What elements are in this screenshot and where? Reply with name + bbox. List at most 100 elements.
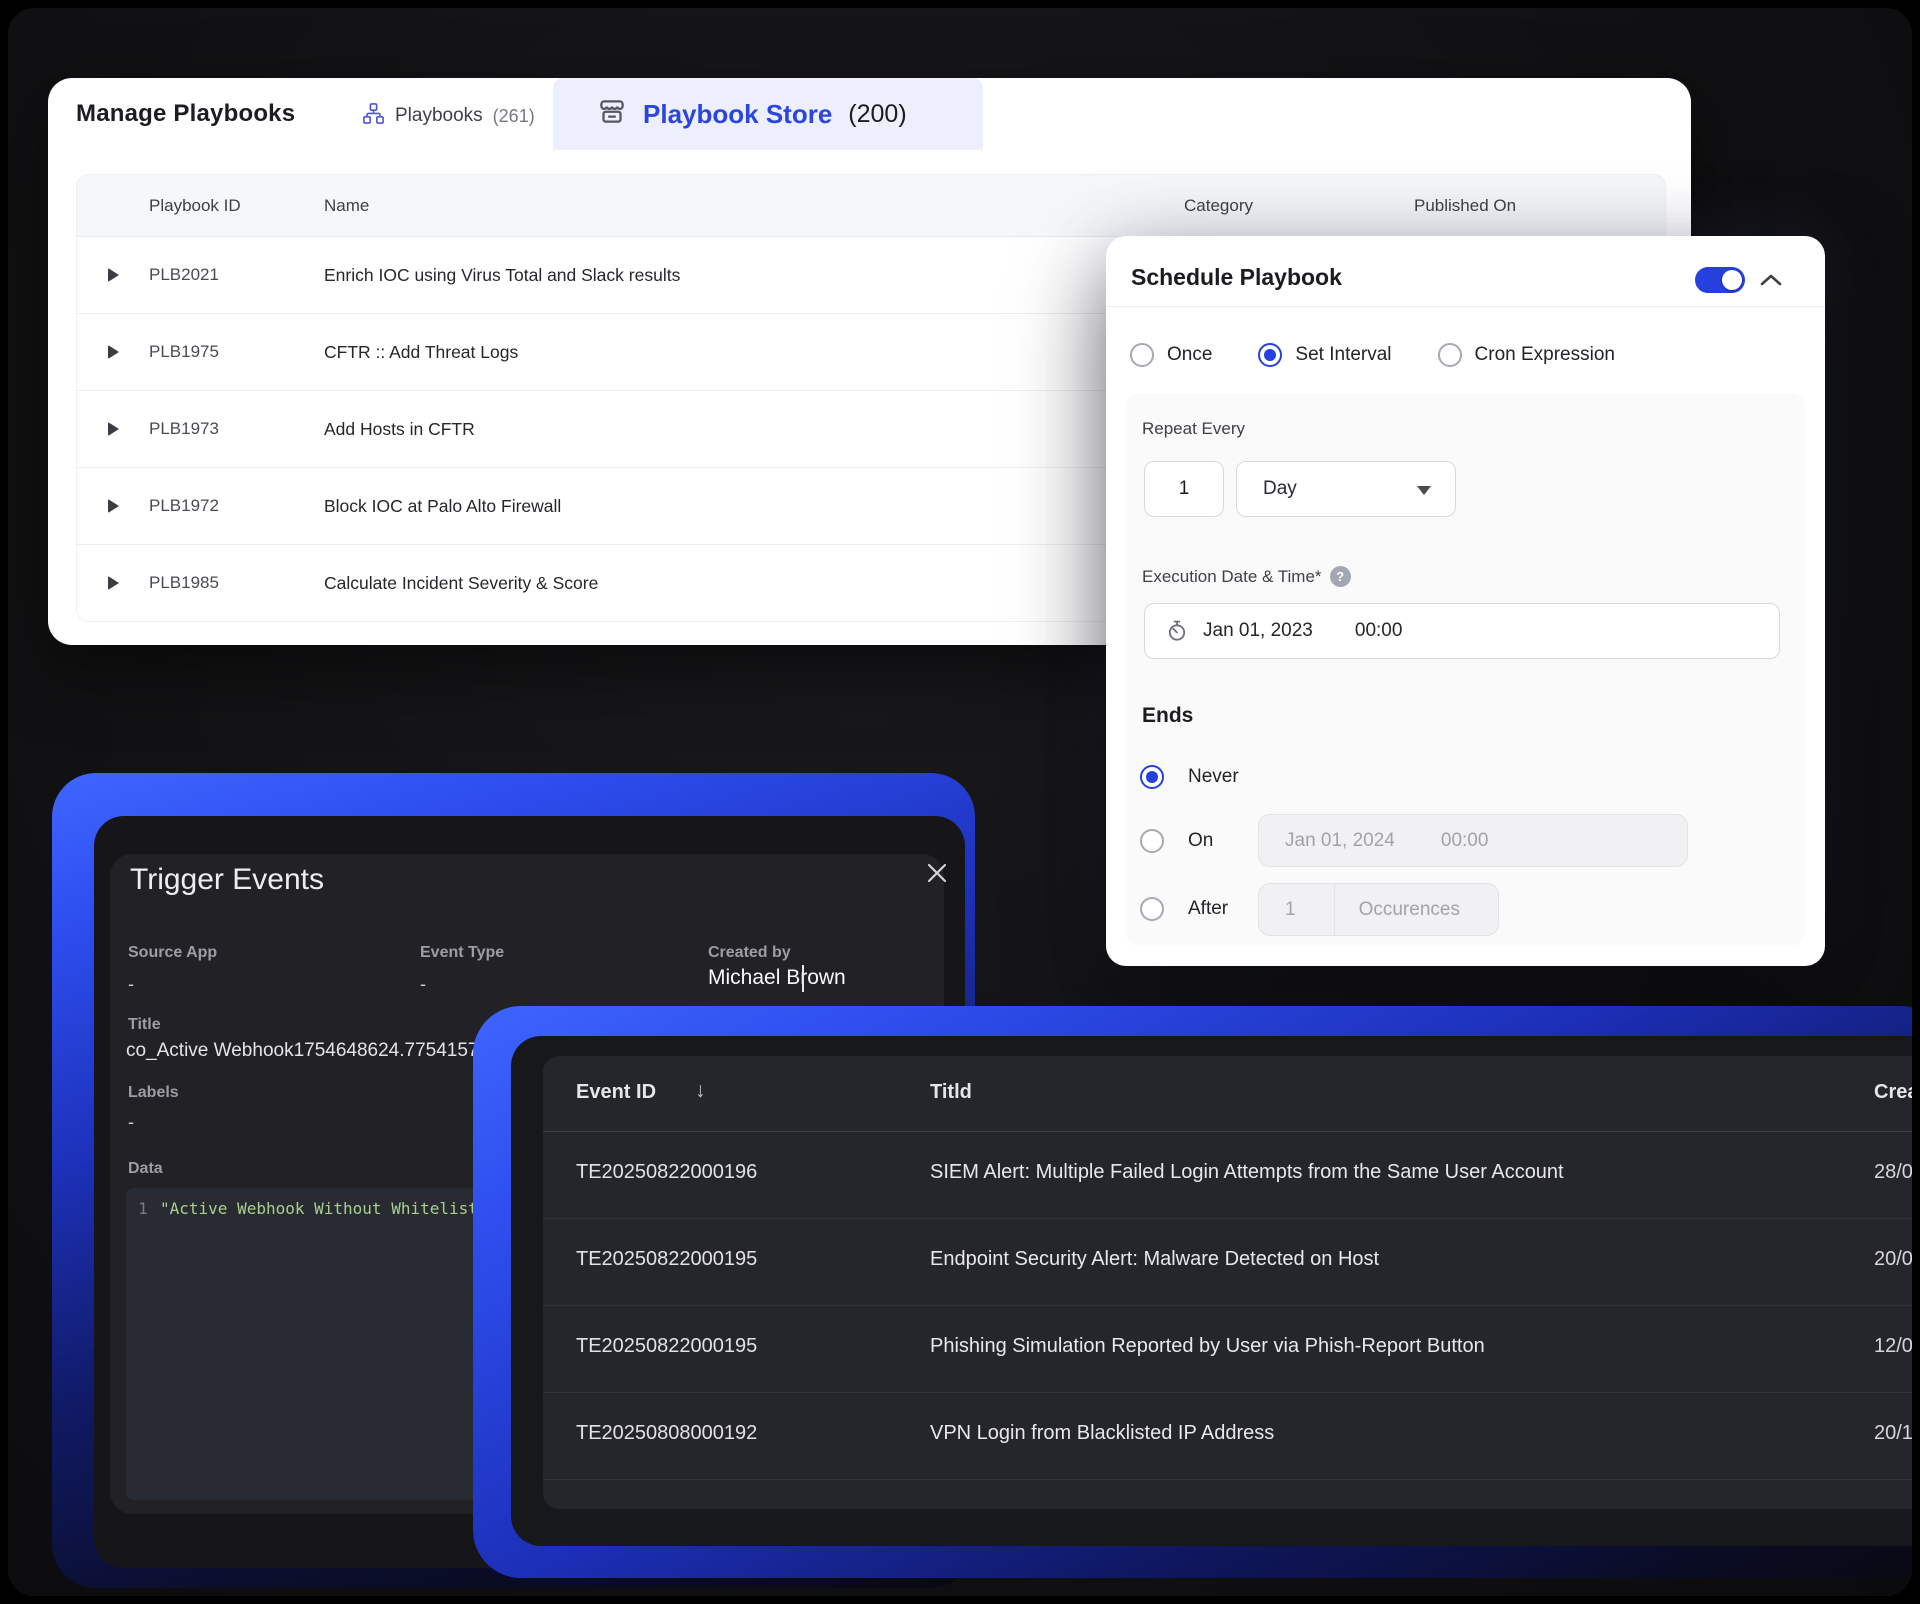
divider bbox=[1106, 306, 1825, 307]
event-title: Endpoint Security Alert: Malware Detecte… bbox=[930, 1248, 1379, 1271]
ends-on-date-input[interactable]: Jan 01, 2024 00:00 bbox=[1258, 814, 1688, 867]
playbook-name: Block IOC at Palo Alto Firewall bbox=[324, 496, 561, 517]
labels-label: Labels bbox=[128, 1084, 179, 1102]
playbook-id: PLB1985 bbox=[149, 573, 324, 593]
playbook-id: PLB2021 bbox=[149, 265, 324, 285]
schedule-mode-options: Once Set Interval Cron Expression bbox=[1130, 343, 1615, 367]
expand-row-button[interactable] bbox=[77, 499, 149, 513]
tab-playbooks[interactable]: Playbooks (261) bbox=[348, 94, 549, 138]
playbook-name: Calculate Incident Severity & Score bbox=[324, 573, 598, 594]
title-label: Title bbox=[128, 1016, 161, 1034]
radio-set-interval[interactable]: Set Interval bbox=[1258, 343, 1391, 367]
repeat-interval-input[interactable]: 1 bbox=[1144, 461, 1224, 517]
expand-row-button[interactable] bbox=[77, 576, 149, 590]
tab-store-label: Playbook Store bbox=[643, 99, 832, 130]
radio-label: Once bbox=[1167, 344, 1212, 366]
close-icon[interactable] bbox=[922, 858, 952, 888]
app-canvas: Manage Playbooks Playbooks (261) bbox=[8, 8, 1912, 1596]
column-published-on: Published On bbox=[1414, 196, 1516, 216]
radio-label: After bbox=[1188, 898, 1228, 920]
column-created: Creat bbox=[1874, 1081, 1912, 1104]
caret-right-icon bbox=[108, 268, 119, 282]
input-divider bbox=[1334, 884, 1335, 935]
hierarchy-icon bbox=[362, 102, 385, 130]
ends-after-occurrences-input[interactable]: 1 Occurences bbox=[1258, 883, 1499, 936]
radio-icon-selected bbox=[1258, 343, 1282, 367]
ends-on-time-value: 00:00 bbox=[1441, 830, 1489, 852]
execution-datetime-label: Execution Date & Time* ? bbox=[1142, 566, 1351, 587]
playbook-id: PLB1972 bbox=[149, 496, 324, 516]
radio-label: On bbox=[1188, 830, 1213, 852]
column-name: Name bbox=[324, 196, 369, 216]
radio-ends-never[interactable]: Never bbox=[1140, 761, 1239, 793]
event-date: 28/08 bbox=[1874, 1161, 1912, 1184]
column-playbook-id: Playbook ID bbox=[149, 196, 324, 216]
table-row[interactable]: TE20250822000195 Endpoint Security Alert… bbox=[543, 1219, 1912, 1306]
column-event-id[interactable]: Event ID bbox=[576, 1081, 656, 1104]
table-row[interactable]: TE20250822000196 SIEM Alert: Multiple Fa… bbox=[543, 1132, 1912, 1219]
radio-icon bbox=[1140, 897, 1164, 921]
playbook-name: Enrich IOC using Virus Total and Slack r… bbox=[324, 265, 680, 286]
radio-label: Never bbox=[1188, 766, 1239, 788]
sort-descending-icon[interactable]: ↓ bbox=[695, 1079, 706, 1103]
repeat-unit-select[interactable]: Day bbox=[1236, 461, 1456, 517]
event-date: 20/03 bbox=[1874, 1248, 1912, 1271]
event-type-label: Event Type bbox=[420, 944, 504, 962]
chevron-up-icon[interactable] bbox=[1759, 268, 1783, 292]
created-by-value: Michael Brown bbox=[708, 966, 846, 990]
table-row[interactable]: TE20250808000192 VPN Login from Blacklis… bbox=[543, 1393, 1912, 1480]
playbook-id: PLB1973 bbox=[149, 419, 324, 439]
help-icon[interactable]: ? bbox=[1330, 566, 1351, 587]
playbooks-table-header: Playbook ID Name Category Published On bbox=[77, 175, 1665, 237]
caret-right-icon bbox=[108, 422, 119, 436]
event-id: TE20250822000195 bbox=[576, 1248, 757, 1271]
execution-time-value: 00:00 bbox=[1355, 620, 1403, 642]
playbook-id: PLB1975 bbox=[149, 342, 324, 362]
column-title: Titld bbox=[930, 1081, 972, 1104]
schedule-toggle[interactable] bbox=[1695, 267, 1745, 293]
event-title: SIEM Alert: Multiple Failed Login Attemp… bbox=[930, 1161, 1564, 1184]
caret-right-icon bbox=[108, 499, 119, 513]
event-id: TE20250822000196 bbox=[576, 1161, 757, 1184]
stopwatch-icon bbox=[1165, 619, 1189, 643]
created-by-label: Created by bbox=[708, 944, 791, 962]
chevron-down-icon bbox=[1417, 486, 1431, 495]
playbook-name: CFTR :: Add Threat Logs bbox=[324, 342, 518, 363]
event-date: 12/02 bbox=[1874, 1335, 1912, 1358]
expand-row-button[interactable] bbox=[77, 422, 149, 436]
repeat-unit-value: Day bbox=[1263, 478, 1297, 500]
page-title: Manage Playbooks bbox=[76, 100, 295, 128]
radio-ends-after[interactable]: After bbox=[1140, 893, 1228, 925]
trigger-events-title: Trigger Events bbox=[130, 863, 324, 897]
text-cursor bbox=[802, 965, 804, 992]
labels-value: - bbox=[128, 1112, 134, 1133]
radio-once[interactable]: Once bbox=[1130, 343, 1212, 367]
radio-ends-on[interactable]: On bbox=[1140, 825, 1213, 857]
tab-playbook-store[interactable]: Playbook Store (200) bbox=[553, 78, 983, 150]
toggle-knob bbox=[1722, 270, 1742, 290]
expand-row-button[interactable] bbox=[77, 268, 149, 282]
tab-playbooks-count: (261) bbox=[493, 106, 535, 127]
schedule-title: Schedule Playbook bbox=[1131, 264, 1342, 291]
ends-after-unit-placeholder: Occurences bbox=[1359, 899, 1460, 921]
events-table-header: Event ID ↓ Titld Creat bbox=[543, 1056, 1912, 1132]
code-line: 1 "Active Webhook Without Whitelisting" bbox=[126, 1188, 510, 1218]
column-category: Category bbox=[1184, 196, 1253, 216]
radio-icon bbox=[1130, 343, 1154, 367]
radio-label: Cron Expression bbox=[1475, 344, 1615, 366]
radio-icon-selected bbox=[1140, 765, 1164, 789]
repeat-every-label: Repeat Every bbox=[1142, 419, 1245, 439]
event-date: 20/12 bbox=[1874, 1422, 1912, 1445]
radio-cron-expression[interactable]: Cron Expression bbox=[1438, 343, 1615, 367]
event-title: VPN Login from Blacklisted IP Address bbox=[930, 1422, 1274, 1445]
schedule-playbook-card: Schedule Playbook Once Set Interval Cron… bbox=[1106, 236, 1825, 966]
data-code-editor[interactable]: 1 "Active Webhook Without Whitelisting" bbox=[126, 1188, 510, 1500]
execution-datetime-input[interactable]: Jan 01, 2023 00:00 bbox=[1144, 603, 1780, 659]
expand-row-button[interactable] bbox=[77, 345, 149, 359]
event-type-value: - bbox=[420, 974, 426, 995]
table-row[interactable]: TE20250822000195 Phishing Simulation Rep… bbox=[543, 1306, 1912, 1393]
caret-right-icon bbox=[108, 345, 119, 359]
title-value: co_Active Webhook1754648624.7754157 bbox=[126, 1040, 479, 1062]
ends-on-date-value: Jan 01, 2024 bbox=[1285, 830, 1395, 852]
line-number: 1 bbox=[126, 1199, 160, 1218]
